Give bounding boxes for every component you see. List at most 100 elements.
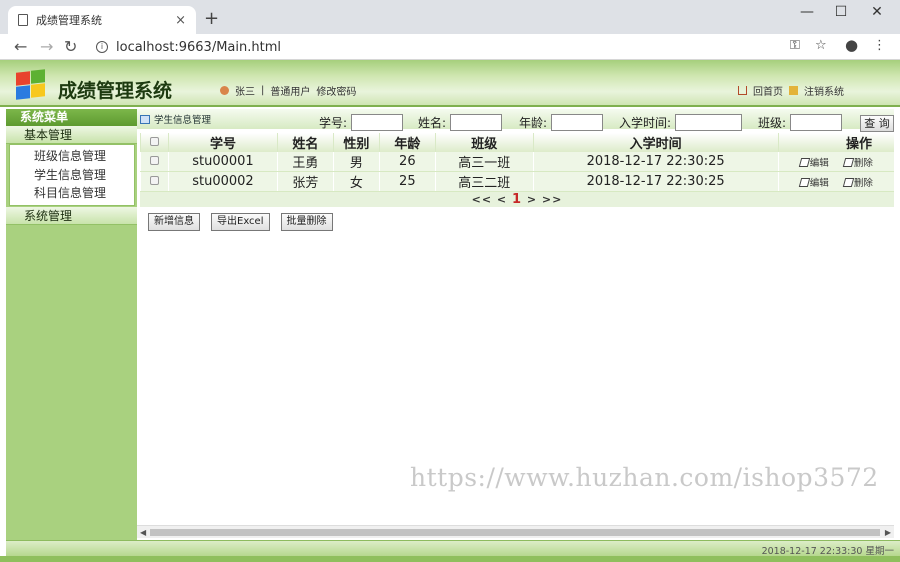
close-window-button[interactable]: ✕ xyxy=(862,4,892,20)
scroll-left-icon[interactable]: ◀ xyxy=(140,526,146,539)
user-bar: 张三 | 普通用户 修改密码 xyxy=(220,83,356,98)
sidebar-group-system[interactable]: 系统管理 xyxy=(6,206,137,225)
url-text[interactable]: localhost:9663/Main.html xyxy=(116,40,281,55)
enroll-time-input[interactable] xyxy=(675,114,743,131)
cell-gender: 男 xyxy=(332,152,380,172)
select-all-header xyxy=(140,133,169,152)
sidebar-group-basic[interactable]: 基本管理 xyxy=(6,126,137,144)
cell-enroll-time: 2018-12-17 22:30:25 xyxy=(532,152,779,172)
menu-dots-icon[interactable]: ⋮ xyxy=(873,38,886,53)
table-row: stu00002 张芳 女 25 高三二班 2018-12-17 22:30:2… xyxy=(140,171,894,192)
age-input[interactable] xyxy=(551,114,604,131)
minimize-button[interactable]: — xyxy=(792,4,822,20)
breadcrumb-text: 学生信息管理 xyxy=(154,115,212,126)
col-gender: 性别 xyxy=(332,133,380,152)
table-row: stu00001 王勇 男 26 高三一班 2018-12-17 22:30:2… xyxy=(140,152,894,172)
logout-link[interactable]: 注销系统 xyxy=(804,83,844,98)
cell-gender: 女 xyxy=(332,171,380,192)
class-label: 班级: xyxy=(758,116,787,130)
select-all-checkbox[interactable] xyxy=(149,137,159,146)
delete-link[interactable]: 删除 xyxy=(854,178,873,189)
edit-icon xyxy=(798,157,810,167)
home-link[interactable]: 回首页 xyxy=(753,83,783,98)
edit-link[interactable]: 编辑 xyxy=(810,178,829,189)
student-no-input[interactable] xyxy=(351,114,404,131)
cell-student-no: stu00002 xyxy=(167,171,278,192)
col-name: 姓名 xyxy=(276,133,334,152)
search-name: 姓名: xyxy=(418,114,503,131)
windows-logo-icon xyxy=(14,69,46,100)
cell-operations: 编辑 删除 xyxy=(777,152,894,172)
sidebar-item-class[interactable]: 班级信息管理 xyxy=(10,147,134,166)
action-bar: 新增信息 导出Excel 批量删除 xyxy=(148,213,333,231)
horizontal-scrollbar[interactable]: ◀ ▶ xyxy=(137,525,894,538)
cell-enroll-time: 2018-12-17 22:30:25 xyxy=(532,171,779,192)
new-tab-button[interactable]: + xyxy=(204,8,219,29)
sidebar-items: 班级信息管理 学生信息管理 科目信息管理 xyxy=(9,144,135,206)
pager-last[interactable]: >> xyxy=(542,193,562,206)
forward-arrow-icon[interactable]: → xyxy=(40,37,53,56)
info-icon[interactable]: i xyxy=(96,41,108,53)
sidebar-item-subject[interactable]: 科目信息管理 xyxy=(10,184,134,203)
add-button[interactable]: 新增信息 xyxy=(148,213,200,231)
scroll-thumb[interactable] xyxy=(150,529,880,536)
star-icon[interactable]: ☆ xyxy=(815,38,827,53)
browser-tabstrip: 成绩管理系统 × + — ☐ ✕ xyxy=(0,0,900,34)
sidebar-title: 系统菜单 xyxy=(6,109,137,126)
key-icon[interactable]: ⚿ xyxy=(790,38,800,53)
change-password-link[interactable]: 修改密码 xyxy=(316,83,356,98)
pager: << < 1 > >> xyxy=(140,192,894,207)
scroll-right-icon[interactable]: ▶ xyxy=(885,526,891,539)
logout-icon xyxy=(789,86,798,95)
edit-link[interactable]: 编辑 xyxy=(810,158,829,169)
maximize-button[interactable]: ☐ xyxy=(826,4,856,20)
delete-icon xyxy=(842,177,855,187)
separator: | xyxy=(261,85,265,96)
col-class: 班级 xyxy=(434,133,534,152)
name-input[interactable] xyxy=(450,114,503,131)
tab-close-icon[interactable]: × xyxy=(175,13,186,28)
sidebar-item-student[interactable]: 学生信息管理 xyxy=(10,166,134,185)
cell-name: 张芳 xyxy=(276,171,334,192)
cell-student-no: stu00001 xyxy=(167,152,278,172)
document-icon xyxy=(18,14,28,26)
row-checkbox[interactable] xyxy=(149,156,159,165)
col-enroll-time: 入学时间 xyxy=(532,133,779,152)
pager-current[interactable]: 1 xyxy=(512,192,522,207)
app-title: 成绩管理系统 xyxy=(58,80,173,102)
reload-icon[interactable]: ↻ xyxy=(64,37,77,56)
class-input[interactable] xyxy=(790,114,843,131)
name-label: 姓名: xyxy=(418,116,447,130)
address-bar[interactable]: i localhost:9663/Main.html xyxy=(88,36,848,58)
col-student-no: 学号 xyxy=(167,133,278,152)
app-header: 成绩管理系统 张三 | 普通用户 修改密码 回首页 注销系统 xyxy=(0,60,900,107)
user-icon xyxy=(220,86,229,95)
row-checkbox-cell xyxy=(140,152,169,172)
delete-link[interactable]: 删除 xyxy=(854,158,873,169)
search-enroll-time: 入学时间: xyxy=(619,114,743,131)
age-label: 年龄: xyxy=(519,116,548,130)
browser-toolbar: ← → ↻ i localhost:9663/Main.html ⚿ ☆ ● ⋮ xyxy=(0,34,900,60)
search-student-no: 学号: xyxy=(319,114,404,131)
student-table: 学号 姓名 性别 年龄 班级 入学时间 操作 stu00001 王勇 男 26 … xyxy=(140,133,894,192)
home-icon xyxy=(738,86,747,95)
pager-next[interactable]: > xyxy=(527,193,537,206)
pager-first[interactable]: << xyxy=(472,193,492,206)
edit-icon xyxy=(798,177,810,187)
cell-name: 王勇 xyxy=(276,152,334,172)
search-class: 班级: xyxy=(758,114,843,131)
user-name: 张三 xyxy=(235,87,255,98)
row-checkbox-cell xyxy=(140,171,169,192)
cell-class: 高三二班 xyxy=(434,171,534,192)
table-header-row: 学号 姓名 性别 年龄 班级 入学时间 操作 xyxy=(140,133,894,152)
account-icon[interactable]: ● xyxy=(845,36,858,54)
search-button[interactable]: 查 询 xyxy=(860,115,894,132)
back-arrow-icon[interactable]: ← xyxy=(14,37,27,56)
search-age: 年龄: xyxy=(519,114,604,131)
batch-delete-button[interactable]: 批量删除 xyxy=(280,213,333,231)
row-checkbox[interactable] xyxy=(149,176,159,185)
pager-prev[interactable]: < xyxy=(497,193,507,206)
browser-tab[interactable]: 成绩管理系统 × xyxy=(8,6,196,34)
export-excel-button[interactable]: 导出Excel xyxy=(211,213,270,231)
status-clock: 2018-12-17 22:33:30 星期一 xyxy=(761,546,894,557)
